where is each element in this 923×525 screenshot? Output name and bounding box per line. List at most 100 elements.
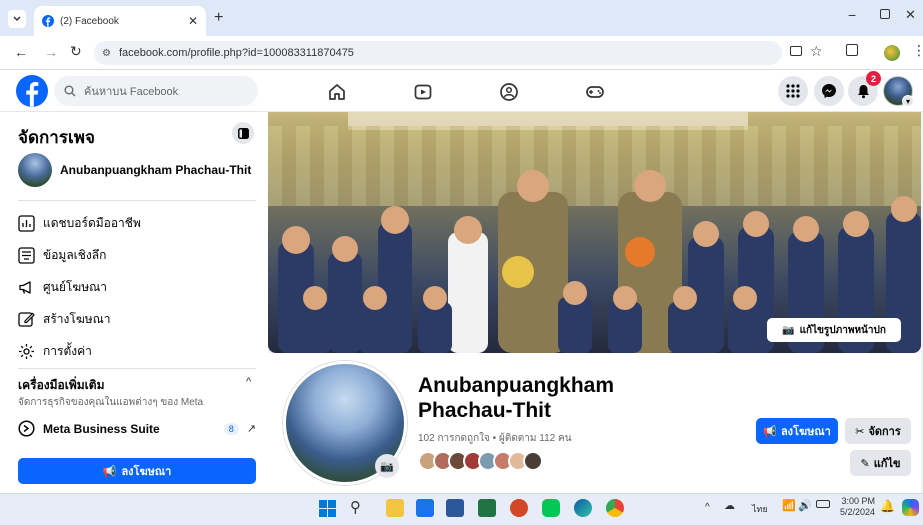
install-app-icon[interactable] — [790, 46, 802, 56]
advertise-label: ลงโฆษณา — [780, 426, 831, 438]
account-chevron-icon[interactable]: ▾ — [902, 95, 914, 107]
clock-time: 3:00 PM — [841, 496, 876, 506]
facebook-favicon-icon — [42, 15, 54, 27]
meta-business-suite-icon — [18, 420, 35, 437]
tray-overflow-icon[interactable]: ^ — [705, 502, 710, 513]
meta-suite-badge: 8 — [223, 422, 239, 435]
sidebar-item-ad-center[interactable]: ศูนย์โฆษณา — [18, 278, 107, 297]
manage-button[interactable]: ✂ จัดการ — [845, 418, 911, 444]
sidebar-item-label: การตั้งค่า — [43, 344, 92, 358]
back-icon[interactable]: ← — [14, 44, 28, 60]
close-window-icon[interactable]: ✕ — [905, 7, 916, 23]
edit-page-button[interactable]: ✎ แก้ไข — [850, 450, 911, 476]
groups-icon[interactable] — [499, 82, 519, 102]
update-profile-picture-button[interactable]: 📷 — [375, 454, 399, 478]
forward-icon[interactable]: → — [44, 44, 58, 60]
camera-icon: 📷 — [782, 324, 795, 336]
url-text: facebook.com/profile.php?id=100083311870… — [118, 47, 354, 59]
cover-photo[interactable]: 📷 แก้ไขรูปภาพหน้าปก — [268, 112, 921, 353]
taskbar-search-icon[interactable]: ⚲ — [350, 498, 361, 516]
sidebar-advertise-button[interactable]: 📢 ลงโฆษณา — [18, 458, 256, 484]
edit-icon — [18, 312, 35, 327]
advertise-label: ลงโฆษณา — [121, 466, 172, 478]
word-icon[interactable] — [446, 499, 464, 517]
page-title-line2: Phachau-Thit — [418, 399, 552, 422]
search-icon — [64, 85, 76, 97]
sidebar-item-dashboard[interactable]: แดชบอร์ดมืออาชีพ — [18, 214, 141, 233]
megaphone-icon: 📢 — [102, 465, 117, 478]
clock-date: 5/2/2024 — [840, 507, 876, 517]
notification-badge: 2 — [866, 71, 881, 86]
input-language[interactable]: ไทย — [752, 502, 768, 516]
start-button[interactable] — [319, 500, 336, 517]
insights-icon — [18, 247, 35, 264]
sidebar-item-create-ad[interactable]: สร้างโฆษณา — [18, 310, 111, 329]
reload-icon[interactable]: ↻ — [70, 43, 82, 60]
tray-app-icon[interactable]: ☁ — [724, 499, 735, 512]
gaming-icon[interactable] — [585, 82, 605, 102]
page-switcher[interactable]: Anubanpuangkham Phachau-Thit — [18, 153, 251, 187]
camera-icon: 📷 — [380, 460, 394, 473]
facebook-search-input[interactable]: ค้นหาบน Facebook — [54, 76, 258, 106]
browser-tab-bar: (2) Facebook ✕ + − ✕ — [0, 0, 923, 36]
taskbar-notification-icon[interactable]: 🔔 — [880, 499, 895, 513]
site-info-icon[interactable]: ⚙ — [102, 48, 111, 59]
restore-icon[interactable] — [880, 9, 890, 19]
minimize-icon[interactable]: − — [848, 7, 856, 23]
collapse-more-tools-icon[interactable]: ^ — [246, 376, 251, 388]
grid-icon — [786, 84, 800, 98]
sidebar-item-label: สร้างโฆษณา — [43, 312, 111, 326]
new-tab-icon[interactable]: + — [214, 9, 223, 27]
excel-icon[interactable] — [478, 499, 496, 517]
collapse-sidebar-button[interactable] — [232, 122, 254, 144]
sidebar-item-settings[interactable]: การตั้งค่า — [18, 342, 92, 361]
meta-business-suite-label: Meta Business Suite — [43, 421, 160, 436]
tab-list-dropdown[interactable] — [8, 10, 26, 28]
megaphone-icon — [19, 281, 31, 294]
wifi-icon[interactable]: 📶 — [782, 499, 796, 512]
clock[interactable]: 3:00 PM 5/2/2024 — [840, 496, 875, 518]
meta-business-suite-link[interactable]: Meta Business Suite 8 ↗ — [18, 420, 256, 437]
tab-title: (2) Facebook — [60, 15, 119, 27]
browser-menu-icon[interactable]: ⋮ — [912, 42, 923, 59]
browser-profile-avatar[interactable] — [884, 45, 900, 61]
more-tools-title: เครื่องมือเพิ่มเติม — [18, 378, 105, 392]
close-tab-icon[interactable]: ✕ — [188, 14, 198, 28]
external-link-icon: ↗ — [246, 423, 256, 435]
menu-grid-button[interactable] — [778, 76, 808, 106]
powerpoint-icon[interactable] — [510, 499, 528, 517]
volume-icon[interactable]: 🔊 — [798, 499, 812, 512]
page-name: Anubanpuangkham Phachau-Thit — [60, 163, 252, 177]
gear-icon — [19, 344, 34, 359]
page-stats[interactable]: 102 การกดถูกใจ • ผู้ติดตาม 112 คน — [418, 431, 572, 446]
facebook-logo-icon[interactable] — [16, 75, 48, 107]
sidebar-item-insights[interactable]: ข้อมูลเชิงลึก — [18, 246, 106, 265]
sidebar-toggle-icon — [237, 127, 249, 139]
extensions-icon[interactable] — [846, 44, 858, 56]
taskbar-app-icon[interactable] — [416, 499, 434, 517]
messenger-button[interactable] — [814, 76, 844, 106]
dashboard-icon — [18, 215, 35, 232]
edge-icon[interactable] — [574, 499, 592, 517]
follower-avatar — [523, 451, 543, 471]
sidebar-title: จัดการเพจ — [18, 128, 95, 147]
copilot-icon[interactable] — [902, 499, 919, 516]
edit-label: แก้ไข — [873, 458, 901, 470]
home-icon[interactable] — [327, 82, 347, 102]
search-placeholder: ค้นหาบน Facebook — [84, 86, 179, 98]
page-avatar — [18, 153, 52, 187]
advertise-button[interactable]: 📢 ลงโฆษณา — [756, 418, 838, 444]
address-bar[interactable]: ⚙ facebook.com/profile.php?id=1000833118… — [94, 41, 802, 65]
star-icon[interactable]: ☆ — [810, 43, 823, 60]
megaphone-icon: 📢 — [763, 425, 777, 438]
sidebar-item-label: ข้อมูลเชิงลึก — [43, 248, 107, 262]
battery-icon[interactable] — [816, 500, 830, 508]
edit-cover-photo-button[interactable]: 📷 แก้ไขรูปภาพหน้าปก — [767, 318, 901, 342]
chrome-icon[interactable] — [606, 499, 624, 517]
sidebar-item-label: แดชบอร์ดมืออาชีพ — [43, 216, 141, 230]
video-icon[interactable] — [413, 82, 433, 102]
file-explorer-icon[interactable] — [386, 499, 404, 517]
line-icon[interactable] — [542, 499, 560, 517]
browser-tab[interactable]: (2) Facebook ✕ — [34, 6, 206, 36]
follower-avatars[interactable] — [418, 451, 543, 471]
